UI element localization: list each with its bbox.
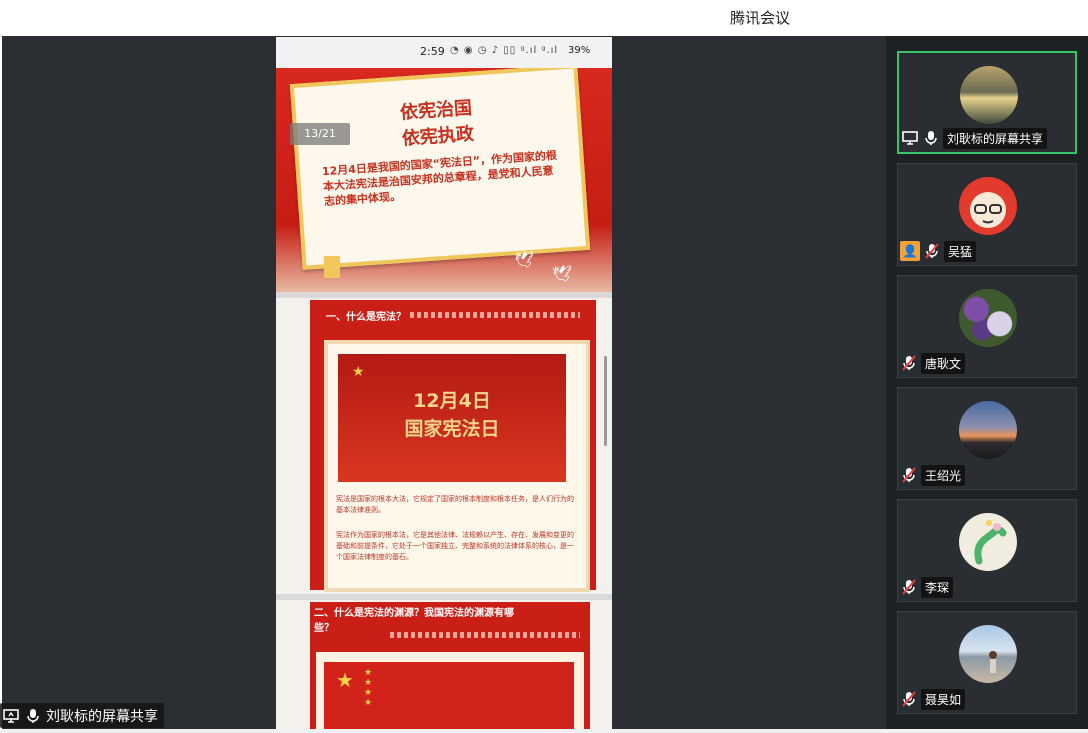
microphone-muted-icon	[900, 690, 918, 708]
flag-image: ★ ★ ★ ★ ★	[324, 662, 574, 729]
participant-namebar: 刘耿标的屏幕共享	[901, 127, 1048, 149]
participant-tile[interactable]: 刘耿标的屏幕共享	[897, 51, 1077, 154]
small-stars-icon: ★ ★ ★ ★	[364, 668, 373, 708]
participant-tile[interactable]: 王绍光	[897, 387, 1077, 490]
slide-paragraph: 宪法作为国家的根本法，它是其他法律、法规赖以产生、存在、发展和变更的基础和前提条…	[336, 531, 574, 561]
participant-name: 王绍光	[921, 464, 966, 486]
slide-frame: ★ ★ ★ ★ ★	[316, 652, 584, 729]
avatar	[960, 66, 1018, 124]
banner-title: 国家宪法日	[404, 418, 500, 440]
slide-rule-by-constitution: 依宪治国 依宪执政 12月4日是我国的国家“宪法日”，作为国家的根本大法宪法是治…	[276, 68, 612, 292]
screen-share-icon	[2, 707, 20, 725]
microphone-muted-icon	[923, 242, 941, 260]
participant-tile[interactable]: 聂昊如	[897, 611, 1077, 714]
dove-icon: 🕊	[552, 264, 573, 283]
stripe-decoration	[410, 312, 580, 318]
screen-share-label: 刘耿标的屏幕共享	[0, 703, 164, 728]
participant-name: 聂昊如	[921, 688, 966, 710]
user-icon: 👤	[900, 241, 920, 261]
star-icon: ★	[352, 364, 365, 380]
avatar	[959, 177, 1017, 235]
slide-divider	[276, 292, 612, 298]
microphone-icon	[24, 707, 42, 725]
title-bar: 腾讯会议	[0, 0, 1088, 37]
shared-phone-screen: 2:59 ◔ ◉ ◷ ♪ ▯▯ ᵍ.ıl ᵍ.ıl 39% 依宪治国 依宪执政 …	[276, 37, 612, 729]
window-title: 腾讯会议	[729, 9, 790, 27]
slide-paragraph: 宪法是国家的根本大法，它规定了国家的根本制度和根本任务，是人们行为的基本法律准则…	[336, 495, 574, 514]
participant-tile[interactable]: 唐耿文	[897, 275, 1077, 378]
participant-name: 唐耿文	[921, 352, 966, 374]
phone-time: 2:59	[420, 45, 445, 58]
phone-status-bar: 2:59 ◔ ◉ ◷ ♪ ▯▯ ᵍ.ıl ᵍ.ıl 39%	[276, 37, 612, 68]
page-counter: 13/21	[290, 123, 350, 145]
participant-tile[interactable]: 李琛	[897, 499, 1077, 602]
slide-divider	[276, 594, 612, 600]
participant-tile[interactable]: 👤 吴猛	[897, 163, 1077, 266]
slide-body: 12月4日是我国的国家“宪法日”，作为国家的根本大法宪法是治国安邦的总章程，是党…	[321, 148, 558, 209]
sharer-name: 刘耿标的屏幕共享	[46, 708, 158, 725]
avatar	[959, 625, 1017, 683]
participant-namebar: 李琛	[900, 576, 954, 598]
avatar	[959, 401, 1017, 459]
microphone-icon	[922, 129, 940, 147]
participant-name: 李琛	[921, 576, 954, 598]
microphone-muted-icon	[900, 578, 918, 596]
participant-namebar: 聂昊如	[900, 688, 966, 710]
avatar	[959, 513, 1017, 571]
banner-date: 12月4日	[413, 390, 491, 412]
slide-frame: ★ 12月4日 国家宪法日 宪法是国家的根本大法，它规定了国家的根本制度和根本任…	[324, 340, 590, 592]
ribbon-decoration	[324, 256, 340, 278]
phone-scrollbar[interactable]	[604, 356, 607, 446]
stripe-decoration	[390, 632, 580, 638]
participant-namebar: 👤 吴猛	[900, 240, 977, 262]
screen-share-icon	[901, 129, 919, 147]
slide-what-is-constitution: 一、什么是宪法？ ★ 12月4日 国家宪法日 宪法是国家的根本大法，它规定了国家…	[310, 300, 596, 592]
participant-name: 吴猛	[944, 240, 977, 262]
avatar	[959, 289, 1017, 347]
bottom-strip	[0, 729, 1088, 733]
slide-constitution-sources: 二、什么是宪法的渊源？我国宪法的渊源有哪些？ ★ ★ ★ ★ ★	[310, 602, 590, 729]
slide-heading: 一、什么是宪法？	[326, 312, 406, 323]
microphone-muted-icon	[900, 466, 918, 484]
participant-namebar: 唐耿文	[900, 352, 966, 374]
participant-namebar: 王绍光	[900, 464, 966, 486]
star-icon: ★	[336, 668, 354, 692]
participant-name: 刘耿标的屏幕共享	[943, 127, 1048, 149]
constitution-day-banner: ★ 12月4日 国家宪法日	[338, 354, 566, 482]
dove-icon: 🕊	[514, 250, 535, 269]
phone-battery: 39%	[568, 45, 591, 56]
microphone-muted-icon	[900, 354, 918, 372]
phone-status-icons: ◔ ◉ ◷ ♪ ▯▯ ᵍ.ıl ᵍ.ıl	[450, 45, 559, 56]
slide-card: 依宪治国 依宪执政 12月4日是我国的国家“宪法日”，作为国家的根本大法宪法是治…	[289, 68, 591, 270]
